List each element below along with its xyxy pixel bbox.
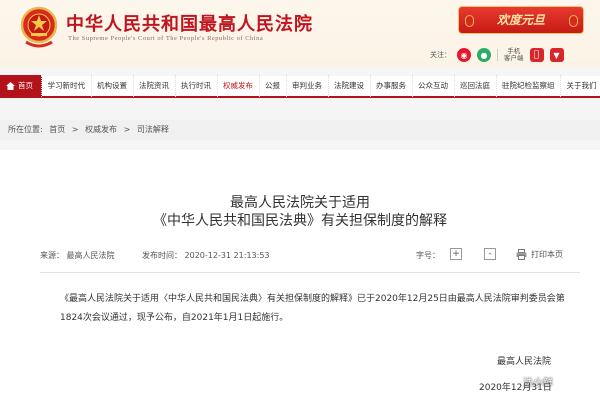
print-button[interactable]: 打印本页 xyxy=(516,249,563,260)
breadcrumb: 所在位置: 首页 > 权威发布 > 司法解释 xyxy=(0,120,600,140)
signature-date: 2020年12月31日 xyxy=(479,383,552,393)
article-paragraph: 《最高人民法院关于适用〈中华人民共和国民法典〉有关担保制度的解释》已于2020年… xyxy=(60,294,565,323)
nav-trial-business[interactable]: 审判业务 xyxy=(287,75,329,97)
site-subtitle: The Supreme People's Court of The People… xyxy=(68,35,264,42)
follow-label: 关注： xyxy=(430,51,451,59)
nav-gazette[interactable]: 公报 xyxy=(260,75,287,97)
nav-public-interaction[interactable]: 公众互动 xyxy=(413,75,455,97)
android-icon[interactable]: ▼ xyxy=(549,48,564,62)
weibo-icon[interactable]: ◉ xyxy=(457,48,471,62)
nav-home[interactable]: 首页 xyxy=(0,75,42,97)
nav-organization[interactable]: 机构设置 xyxy=(92,75,134,97)
nav-court-news[interactable]: 法院资讯 xyxy=(134,75,176,97)
breadcrumb-prefix: 所在位置: xyxy=(8,125,43,134)
nav-circuit-courts[interactable]: 巡回法庭 xyxy=(455,75,497,97)
nav-learn-new-era[interactable]: 学习新时代 xyxy=(42,75,92,97)
divider xyxy=(497,49,498,61)
nav-enforcement-news[interactable]: 执行时讯 xyxy=(176,75,218,97)
home-icon xyxy=(6,82,15,90)
banner-text: 欢度元旦 xyxy=(496,13,545,27)
site-header: 中华人民共和国最高人民法院 The Supreme People's Court… xyxy=(0,0,600,68)
nav-court-building[interactable]: 法院建设 xyxy=(329,75,371,97)
wechat-icon[interactable]: ● xyxy=(477,48,491,62)
main-nav: 首页 学习新时代 机构设置 法院资讯 执行时讯 权威发布 公报 审判业务 法院建… xyxy=(0,75,600,98)
apple-icon[interactable]:  xyxy=(529,48,544,62)
social-links: 关注： ◉ ● 手机 客户端  ▼ xyxy=(430,46,564,64)
mobile-label-line2: 客户端 xyxy=(504,54,524,62)
font-size-label: 字号： xyxy=(416,251,440,260)
national-emblem-icon xyxy=(20,6,58,48)
font-decrease-button[interactable]: - xyxy=(484,248,496,260)
printer-icon xyxy=(516,249,527,260)
article-title-line2: 《中华人民共和国民法典》有关担保制度的解释 xyxy=(153,213,447,229)
article-meta: 来源： 最高人民法院 发布时间： 2020-12-31 21:13:53 字号：… xyxy=(40,248,580,264)
print-label: 打印本页 xyxy=(531,250,563,259)
breadcrumb-separator: > xyxy=(123,125,131,134)
holiday-banner: 欢度元旦 xyxy=(458,6,584,34)
article-title-line1: 最高人民法院关于适用 xyxy=(230,195,370,211)
breadcrumb-home[interactable]: 首页 xyxy=(49,125,65,134)
nav-authoritative-release[interactable]: 权威发布 xyxy=(218,75,260,97)
nav-services[interactable]: 办事服务 xyxy=(371,75,413,97)
signature-org: 最高人民法院 xyxy=(497,357,552,367)
site-title[interactable]: 中华人民共和国最高人民法院 xyxy=(66,10,313,36)
article-publish-time: 发布时间： 2020-12-31 21:13:53 xyxy=(142,251,270,260)
nav-label: 首页 xyxy=(18,81,33,90)
breadcrumb-judicial-interpretation[interactable]: 司法解释 xyxy=(137,125,169,134)
article-content: 最高人民法院关于适用 《中华人民共和国民法典》有关担保制度的解释 来源： 最高人… xyxy=(0,150,600,409)
nav-about-us[interactable]: 关于我们 xyxy=(561,75,600,97)
nav-discipline-team[interactable]: 驻院纪检监察组 xyxy=(497,75,561,97)
breadcrumb-separator: > xyxy=(71,125,79,134)
font-increase-button[interactable]: + xyxy=(450,248,462,260)
breadcrumb-authoritative-release[interactable]: 权威发布 xyxy=(85,125,117,134)
article-source: 来源： 最高人民法院 xyxy=(40,251,115,260)
mobile-client-link[interactable]: 手机 客户端 xyxy=(504,48,524,62)
divider xyxy=(40,272,580,273)
